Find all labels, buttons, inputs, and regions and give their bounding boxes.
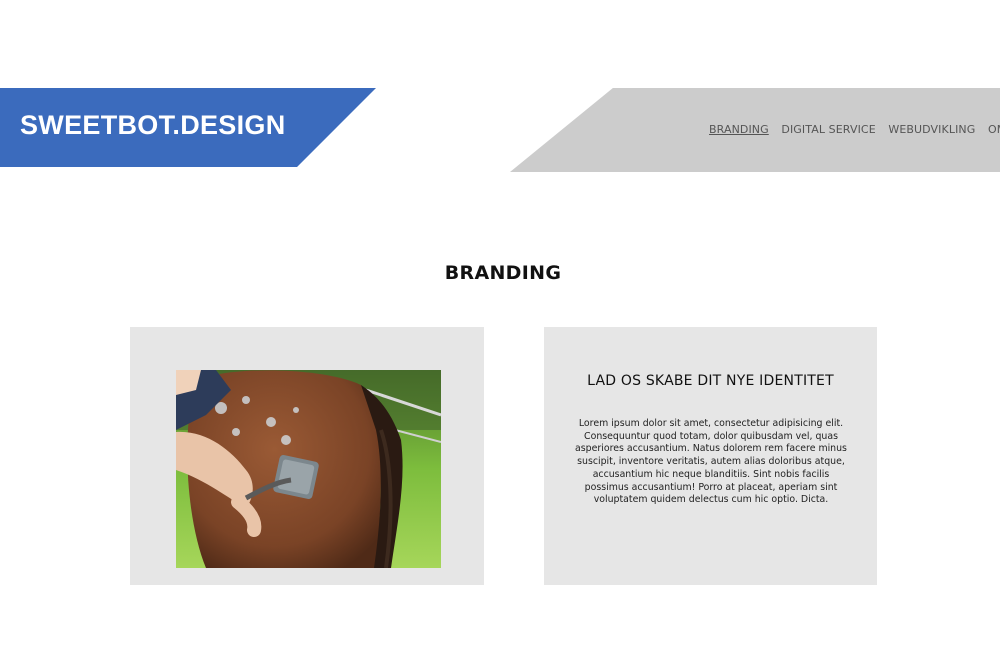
card-heading: LAD OS SKABE DIT NYE IDENTITET bbox=[587, 373, 834, 389]
image-card bbox=[130, 327, 484, 585]
horse-grooming-photo bbox=[176, 370, 441, 568]
nav-item-branding[interactable]: BRANDING bbox=[709, 123, 769, 136]
nav-item-digital-service[interactable]: DIGITAL SERVICE bbox=[781, 123, 875, 136]
site-logo[interactable]: SWEETBOT.DESIGN bbox=[20, 110, 286, 141]
nav-item-om-os[interactable]: OM OS bbox=[988, 123, 1000, 136]
main-nav: BRANDING DIGITAL SERVICE WEBUDVIKLING OM… bbox=[709, 123, 1000, 136]
text-card: LAD OS SKABE DIT NYE IDENTITET Lorem ips… bbox=[544, 327, 877, 585]
nav-item-webudvikling[interactable]: WEBUDVIKLING bbox=[888, 123, 975, 136]
section-title: BRANDING bbox=[444, 262, 562, 284]
card-body-text: Lorem ipsum dolor sit amet, consectetur … bbox=[575, 418, 847, 506]
